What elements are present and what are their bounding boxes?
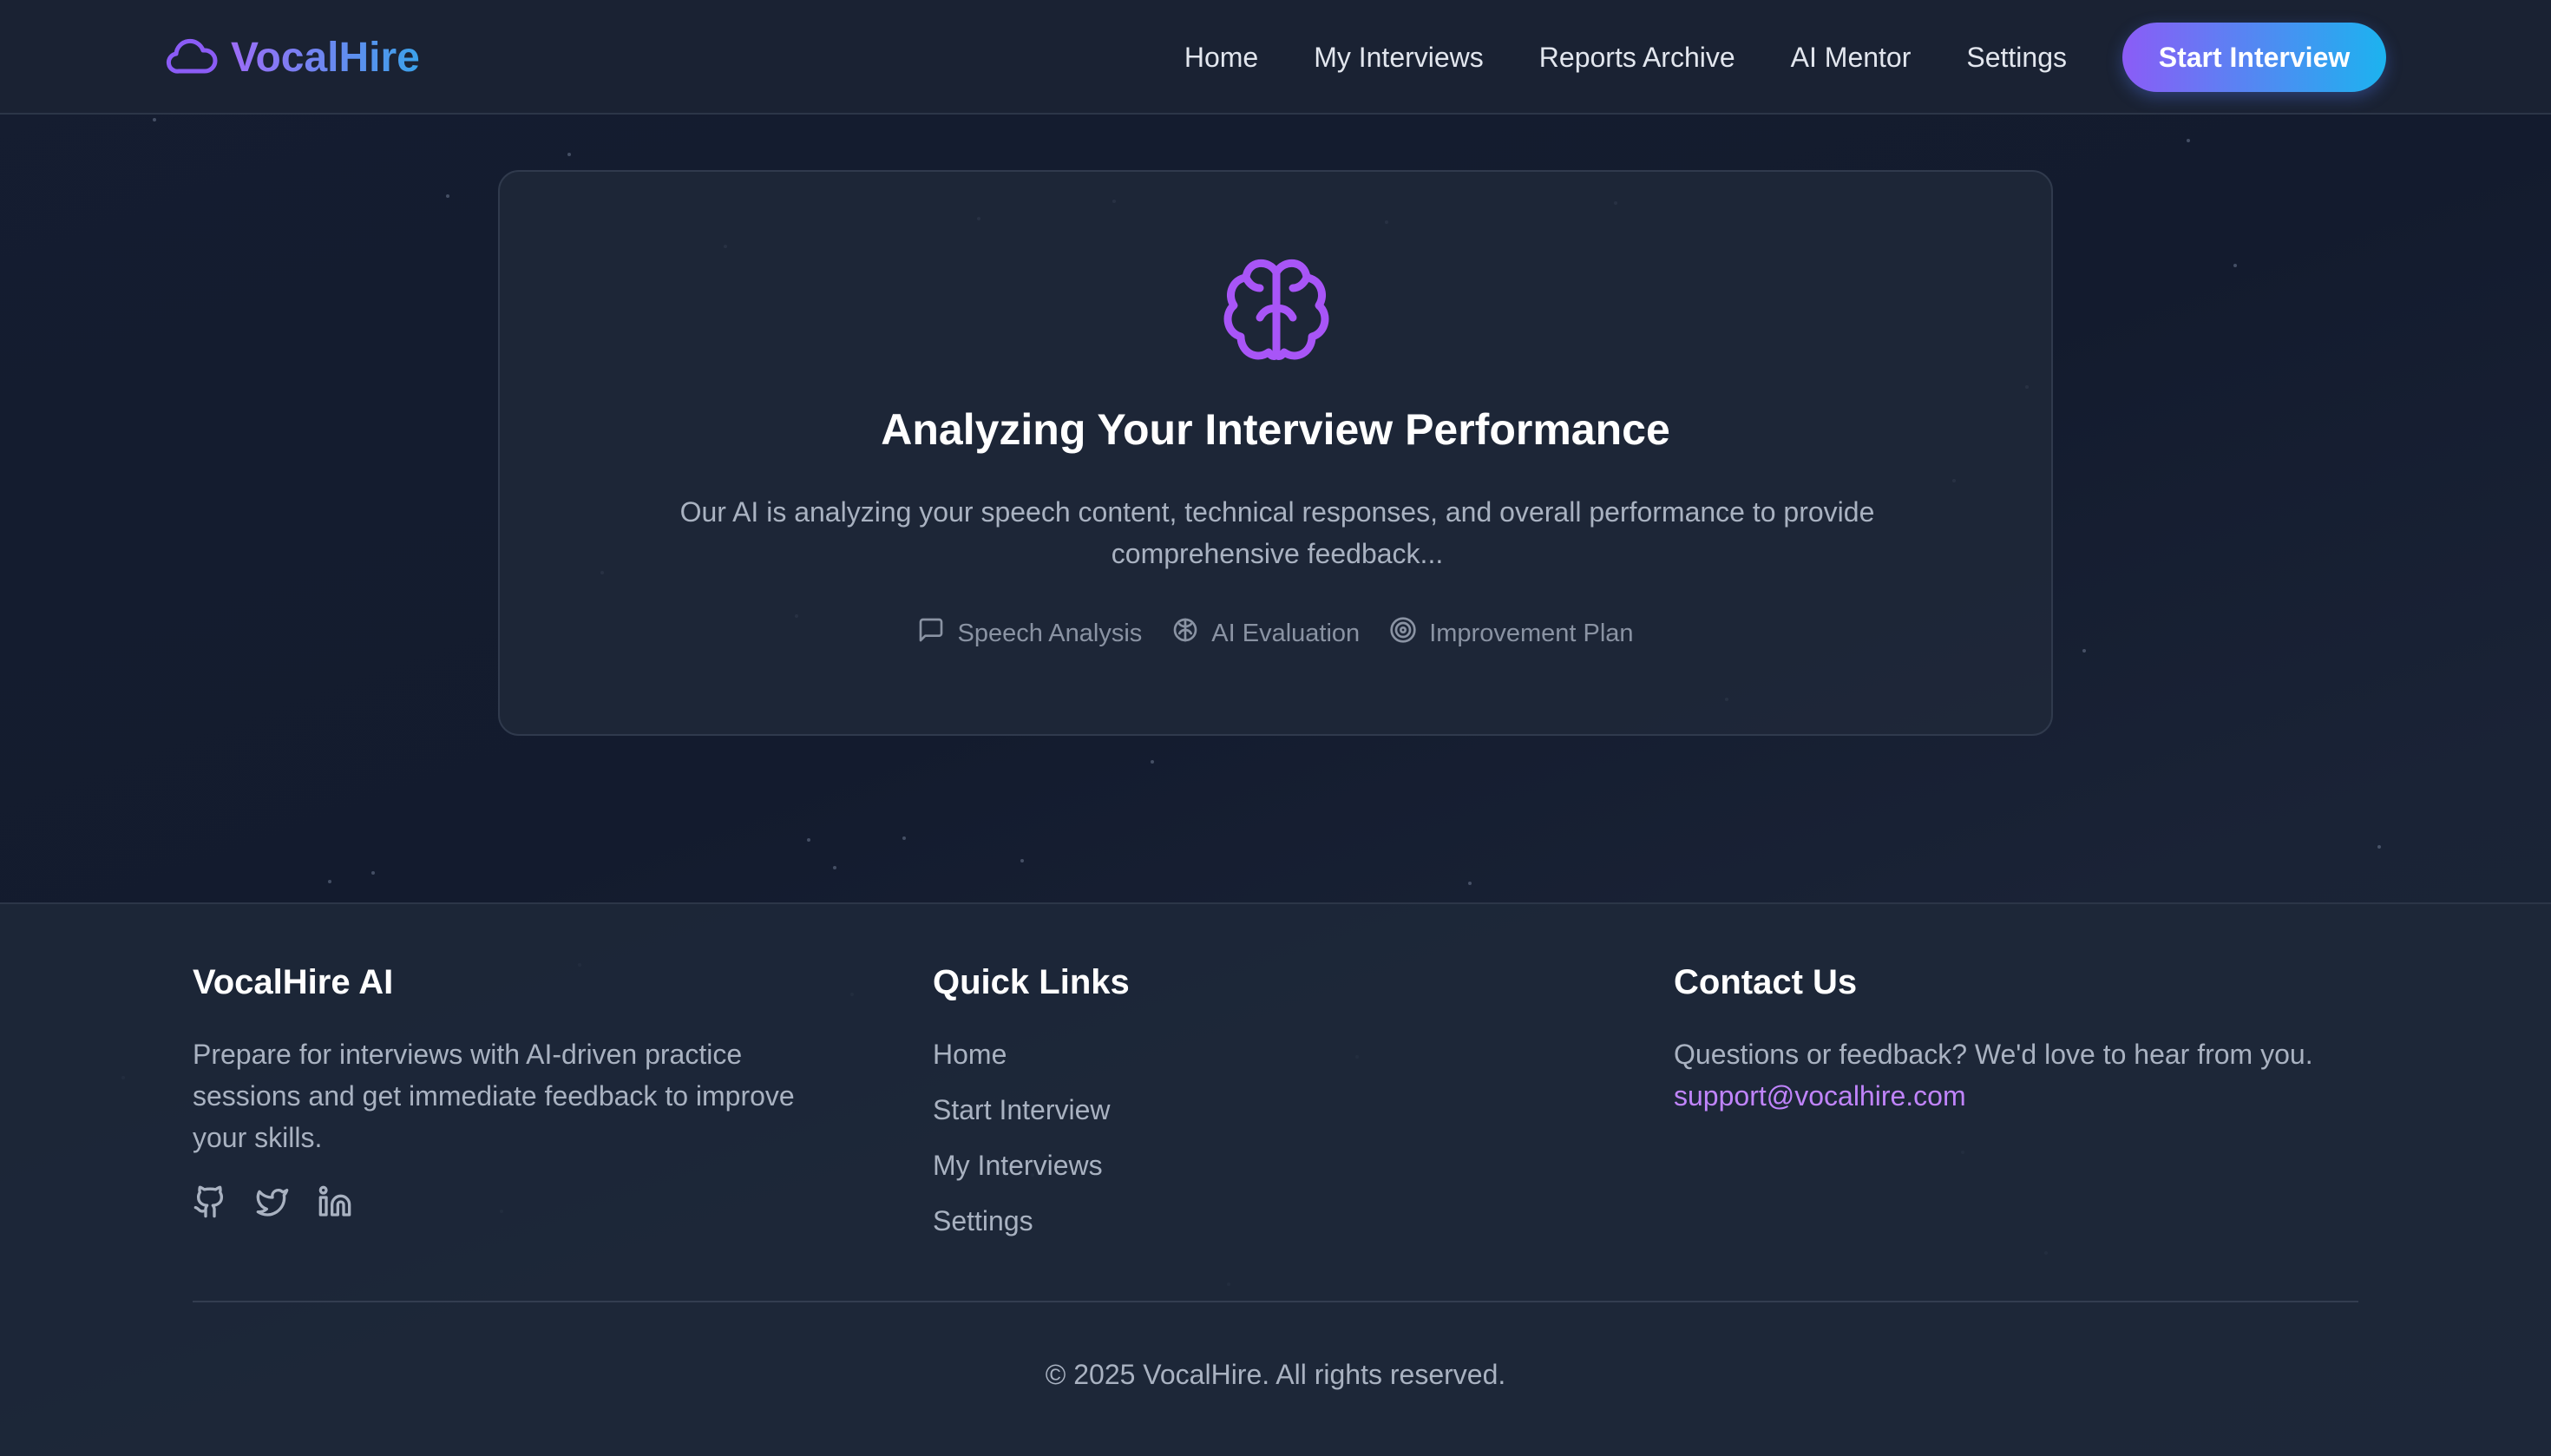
feature-ai-evaluation: AI Evaluation [1171,616,1360,651]
top-navbar: VocalHire Home My Interviews Reports Arc… [0,0,2551,115]
footer-quick-links: Quick Links Home Start Interview My Inte… [933,963,1453,1256]
linkedin-icon[interactable] [318,1184,352,1219]
nav-home[interactable]: Home [1184,42,1258,74]
support-email-link[interactable]: support@vocalhire.com [1674,1075,2403,1117]
footer-link-home[interactable]: Home [933,1033,1453,1075]
footer-contact: Contact Us Questions or feedback? We'd l… [1674,963,2403,1117]
brain-small-icon [1171,616,1211,651]
copyright-text: © 2025 VocalHire. All rights reserved. [1045,1359,1506,1390]
github-icon[interactable] [193,1184,227,1219]
brain-icon [1220,255,1333,364]
nav-reports-archive[interactable]: Reports Archive [1539,42,1735,74]
card-title: Analyzing Your Interview Performance [881,405,1670,454]
quick-links-list: Home Start Interview My Interviews Setti… [933,1033,1453,1242]
brand-logo[interactable]: VocalHire [165,31,420,83]
feature-speech-analysis: Speech Analysis [917,616,1142,651]
cloud-icon [165,35,219,81]
footer-about: VocalHire AI Prepare for interviews with… [193,963,852,1219]
analysis-features: Speech Analysis AI Evaluation Improvemen… [500,616,2051,651]
target-icon [1389,616,1429,651]
site-footer: VocalHire AI Prepare for interviews with… [0,902,2551,1456]
nav-my-interviews[interactable]: My Interviews [1314,42,1484,74]
analysis-status-card: Analyzing Your Interview Performance Our… [498,170,2053,736]
feature-improvement-plan: Improvement Plan [1389,616,1634,651]
twitter-icon[interactable] [255,1184,290,1219]
nav-settings[interactable]: Settings [1966,42,2067,74]
card-description: Our AI is analyzing your speech content,… [679,496,1875,569]
message-square-icon [917,616,957,651]
footer-contact-title: Contact Us [1674,963,1858,1001]
main-nav: Home My Interviews Reports Archive AI Me… [1184,0,2551,115]
start-interview-button[interactable]: Start Interview [2122,23,2386,92]
footer-link-settings[interactable]: Settings [933,1200,1453,1242]
nav-ai-mentor[interactable]: AI Mentor [1791,42,1912,74]
brand-name: VocalHire [231,34,420,81]
footer-link-my-interviews[interactable]: My Interviews [933,1144,1453,1186]
footer-contact-text: Questions or feedback? We'd love to hear… [1674,1039,2313,1070]
social-links [193,1184,852,1219]
feature-label: Improvement Plan [1429,619,1634,647]
footer-divider [193,1301,2358,1302]
footer-about-title: VocalHire AI [193,963,394,1001]
feature-label: AI Evaluation [1211,619,1361,647]
footer-link-start-interview[interactable]: Start Interview [933,1089,1453,1131]
footer-about-text: Prepare for interviews with AI-driven pr… [193,1039,795,1153]
footer-quick-links-title: Quick Links [933,963,1130,1001]
feature-label: Speech Analysis [957,619,1143,647]
